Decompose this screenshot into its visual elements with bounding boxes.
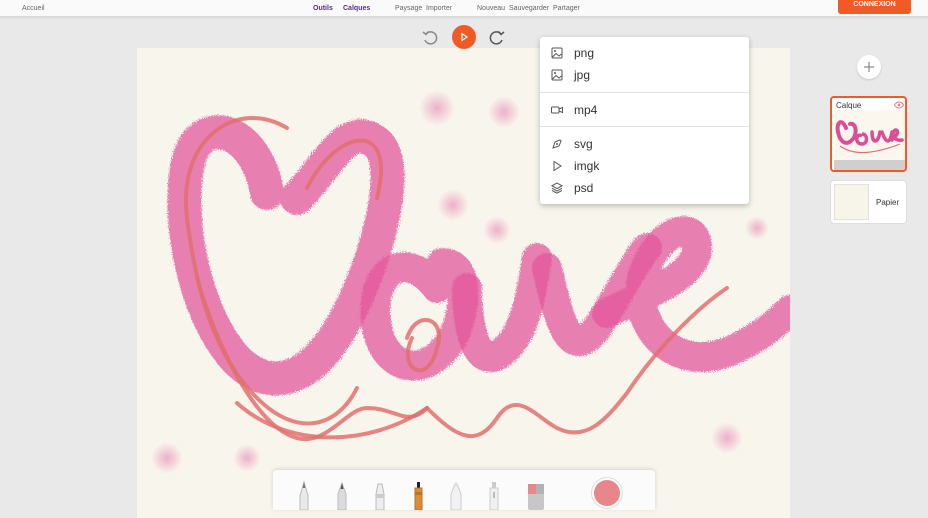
video-icon [551,106,563,114]
top-bar: Accueil Outils Calques Paysage Importer … [0,0,928,17]
plus-icon [864,62,874,72]
image-icon [551,47,563,59]
export-imgk[interactable]: imgk [540,156,749,176]
export-psd[interactable]: psd [540,178,749,198]
undo-icon [422,31,438,45]
nav-new[interactable]: Nouveau [477,5,505,12]
export-psd-label: psd [574,181,594,195]
nav-landscape[interactable]: Paysage [395,5,422,12]
paper-thumbnail [834,184,869,220]
brush-toolbar [273,470,655,510]
nav-tools[interactable]: Outils [313,5,333,12]
pen-tool-icon[interactable] [333,480,351,510]
export-mp4-label: mp4 [574,103,598,117]
login-button[interactable]: CONNEXION [838,0,911,14]
share-menu: png jpg mp4 svg imgk psd [540,37,749,204]
export-png-label: png [574,46,595,60]
menu-divider [540,126,749,127]
export-png[interactable]: png [540,43,749,63]
redo-icon [489,31,505,45]
layer-card-footer [834,160,905,170]
undo-button[interactable] [418,25,442,49]
nav-layers[interactable]: Calques [343,5,370,12]
color-picker-swatch[interactable] [594,480,620,506]
eraser-tool-icon[interactable] [527,480,545,510]
nav-share[interactable]: Partager [553,5,580,12]
brush-tool-icon[interactable] [409,480,427,510]
eye-icon[interactable] [894,101,904,109]
layer-thumbnail [834,110,905,160]
export-svg[interactable]: svg [540,134,749,154]
export-jpg-label: jpg [574,68,591,82]
paper-layer-name: Papier [876,198,900,207]
pen-tool-icon [552,139,562,149]
redo-button[interactable] [485,25,509,49]
image-icon [551,69,563,81]
pencil-tool-icon[interactable] [295,480,313,510]
play-icon [461,32,469,42]
export-mp4[interactable]: mp4 [540,100,749,120]
airbrush-tool-icon[interactable] [485,480,503,510]
nav-home[interactable]: Accueil [22,5,45,12]
nav-save[interactable]: Sauvegarder [509,5,549,12]
felt-tip-tool-icon[interactable] [447,480,465,510]
layer-name: Calque [836,101,862,110]
paper-layer-card[interactable]: Papier [830,180,907,224]
layer-card[interactable]: Calque [830,96,907,172]
nav-import[interactable]: Importer [426,5,452,12]
export-imgk-label: imgk [574,159,600,173]
export-svg-label: svg [574,137,593,151]
play-outline-icon [553,160,562,172]
layer-thumbnail-art [835,120,904,154]
export-jpg[interactable]: jpg [540,65,749,85]
layers-icon [551,182,563,194]
menu-divider [540,92,749,93]
play-button[interactable] [452,25,476,49]
add-layer-button[interactable] [857,55,881,79]
marker-tool-icon[interactable] [371,480,389,510]
